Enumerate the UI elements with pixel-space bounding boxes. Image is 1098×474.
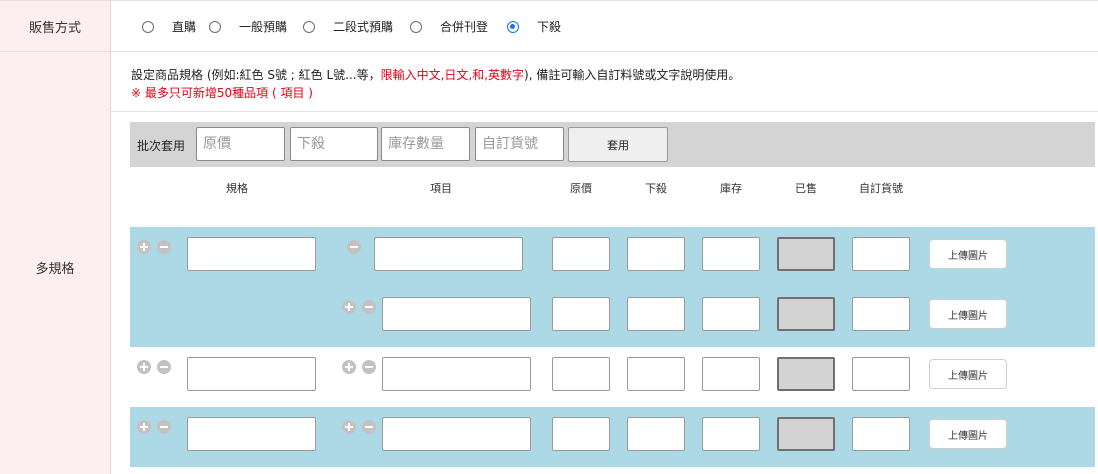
sale-method-label: 販售方式 — [0, 1, 111, 51]
upload-image-label: 上傳圖片 — [948, 310, 988, 322]
upload-image-button[interactable]: 上傳圖片 — [929, 419, 1007, 449]
remove-spec-icon[interactable] — [157, 240, 171, 254]
custom-sku-input[interactable] — [852, 297, 910, 331]
flash-price-input[interactable] — [627, 357, 685, 391]
item-limit-note: ※ 最多只可新增50種品項 ( 項目 ) — [131, 86, 313, 100]
remove-item-icon[interactable] — [347, 240, 361, 254]
stock-input[interactable] — [702, 297, 760, 331]
batch-stock-input[interactable] — [381, 127, 470, 161]
remove-item-icon[interactable] — [362, 420, 376, 434]
radio-flash-sale-label: 下殺 — [537, 20, 562, 34]
radio-two-stage-preorder-label: 二段式預購 — [333, 20, 394, 34]
custom-sku-input[interactable] — [852, 237, 910, 271]
upload-image-label: 上傳圖片 — [948, 370, 988, 382]
remove-item-icon[interactable] — [362, 360, 376, 374]
spec-name-input[interactable] — [187, 357, 316, 391]
col-header-item: 項目 — [430, 182, 452, 195]
add-item-icon[interactable] — [342, 420, 356, 434]
flash-price-input[interactable] — [627, 417, 685, 451]
original-price-input[interactable] — [552, 357, 610, 391]
stock-input[interactable] — [702, 417, 760, 451]
upload-image-label: 上傳圖片 — [948, 430, 988, 442]
radio-combined-listing[interactable] — [410, 21, 422, 33]
col-header-original-price: 原價 — [570, 182, 592, 195]
sold-field — [777, 357, 835, 391]
sold-field — [777, 237, 835, 271]
original-price-input[interactable] — [552, 237, 610, 271]
add-spec-icon[interactable] — [137, 240, 151, 254]
radio-preorder[interactable] — [209, 21, 221, 33]
spec-description: 設定商品規格 (例如:紅色 S號 ; 紅色 L號...等，限輸入中文,日文,和,… — [131, 66, 740, 83]
col-header-spec: 規格 — [226, 182, 248, 195]
original-price-input[interactable] — [552, 417, 610, 451]
multi-spec-label-text: 多規格 — [35, 261, 75, 277]
add-spec-icon[interactable] — [137, 360, 151, 374]
flash-price-input[interactable] — [627, 237, 685, 271]
col-header-flash-price: 下殺 — [645, 182, 667, 195]
upload-image-label: 上傳圖片 — [948, 250, 988, 262]
batch-apply-label: 批次套用 — [137, 139, 186, 153]
upload-image-button[interactable]: 上傳圖片 — [929, 359, 1007, 389]
sold-field — [777, 417, 835, 451]
batch-custom-sku-input[interactable] — [475, 127, 564, 161]
custom-sku-input[interactable] — [852, 417, 910, 451]
batch-original-price-input[interactable] — [196, 127, 285, 161]
item-name-input[interactable] — [374, 237, 523, 271]
batch-apply-button-label: 套用 — [607, 138, 629, 152]
spec-description-suffix: ), 備註可輸入自訂料號或文字說明使用。 — [524, 68, 741, 82]
sale-method-label-text: 販售方式 — [28, 20, 81, 36]
original-price-input[interactable] — [552, 297, 610, 331]
radio-direct-buy-label: 直購 — [172, 20, 197, 34]
spec-description-restriction: 限輸入中文,日文,和,英數字 — [380, 68, 525, 82]
stock-input[interactable] — [702, 357, 760, 391]
upload-image-button[interactable]: 上傳圖片 — [929, 299, 1007, 329]
item-name-input[interactable] — [382, 357, 531, 391]
flash-price-input[interactable] — [627, 297, 685, 331]
spec-description-prefix: 設定商品規格 (例如:紅色 S號 ; 紅色 L號...等， — [131, 68, 381, 82]
stock-input[interactable] — [702, 237, 760, 271]
item-name-input[interactable] — [382, 297, 531, 331]
add-item-icon[interactable] — [342, 300, 356, 314]
custom-sku-input[interactable] — [852, 357, 910, 391]
add-item-icon[interactable] — [342, 360, 356, 374]
radio-preorder-label: 一般預購 — [239, 20, 288, 34]
radio-two-stage-preorder[interactable] — [303, 21, 315, 33]
add-spec-icon[interactable] — [137, 420, 151, 434]
upload-image-button[interactable]: 上傳圖片 — [929, 239, 1007, 269]
remove-item-icon[interactable] — [362, 300, 376, 314]
multi-spec-label: 多規格 — [0, 52, 111, 474]
sold-field — [777, 297, 835, 331]
col-header-sold: 已售 — [795, 182, 817, 195]
batch-flash-price-input[interactable] — [290, 127, 378, 161]
batch-apply-button[interactable]: 套用 — [568, 127, 668, 162]
item-name-input[interactable] — [382, 417, 531, 451]
remove-spec-icon[interactable] — [157, 360, 171, 374]
spec-name-input[interactable] — [187, 417, 316, 451]
radio-direct-buy[interactable] — [142, 21, 154, 33]
radio-flash-sale[interactable] — [507, 21, 519, 33]
col-header-stock: 庫存 — [720, 182, 742, 195]
remove-spec-icon[interactable] — [157, 420, 171, 434]
radio-combined-listing-label: 合併刊登 — [440, 20, 489, 34]
col-header-custom-sku: 自訂貨號 — [859, 182, 903, 195]
spec-name-input[interactable] — [187, 237, 316, 271]
